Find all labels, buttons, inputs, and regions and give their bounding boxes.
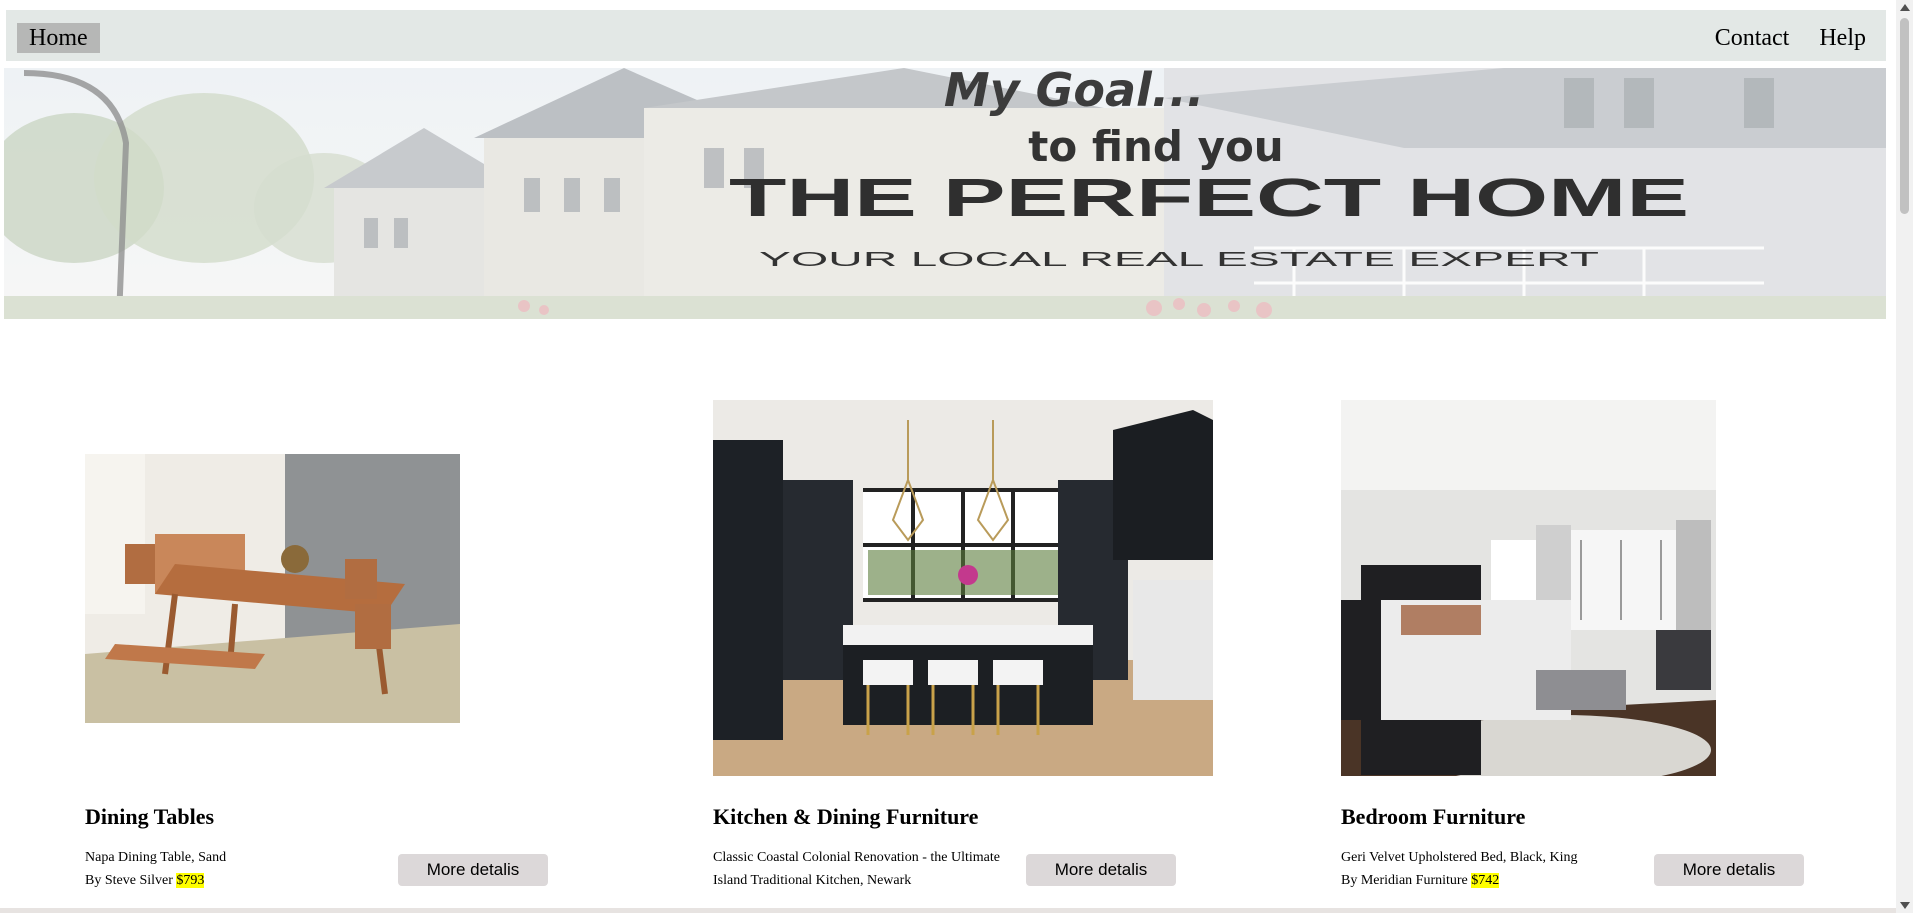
more-details-button[interactable]: More detalis: [1654, 854, 1804, 886]
hero-image: My Goal... to find you THE PERFECT HOME …: [4, 68, 1886, 319]
hero-line2: to find you: [1028, 122, 1283, 171]
product-card-dining: Dining Tables Napa Dining Table, Sand By…: [85, 400, 605, 900]
bottom-edge: [0, 908, 1896, 913]
product-brand: By Steve Silver: [85, 873, 173, 888]
product-brand: By Meridian Furniture: [1341, 873, 1468, 888]
scrollbar-thumb[interactable]: [1900, 18, 1909, 214]
hero-line1: My Goal...: [944, 68, 1204, 117]
product-desc-line1: Geri Velvet Upholstered Bed, Black, King: [1341, 850, 1578, 865]
top-nav: Home Contact Help: [6, 10, 1886, 61]
hero-line4: YOUR LOCAL REAL ESTATE EXPERT: [759, 249, 1599, 271]
product-desc-line1: Napa Dining Table, Sand: [85, 850, 227, 865]
product-price: $793: [176, 873, 205, 888]
product-title: Dining Tables: [85, 804, 215, 829]
product-card-bedroom: Bedroom Furniture Geri Velvet Upholstere…: [1341, 400, 1861, 900]
more-details-button[interactable]: More detalis: [1026, 854, 1176, 886]
page: Home Contact Help My Goal... to find you…: [0, 0, 1913, 913]
nav-contact-link[interactable]: Contact: [1715, 23, 1790, 53]
nav-right-links: Contact Help: [1715, 23, 1866, 53]
kitchen-image[interactable]: [713, 400, 1213, 776]
hero-banner: My Goal... to find you THE PERFECT HOME …: [4, 68, 1886, 319]
product-desc-line2: By Steve Silver $793: [85, 869, 405, 892]
nav-home-link[interactable]: Home: [17, 23, 100, 53]
more-details-button[interactable]: More detalis: [398, 854, 548, 886]
nav-help-link[interactable]: Help: [1819, 23, 1866, 53]
bedroom-image[interactable]: [1341, 400, 1716, 776]
product-description: Geri Velvet Upholstered Bed, Black, King…: [1341, 846, 1661, 892]
vertical-scrollbar[interactable]: [1896, 0, 1913, 913]
product-card-kitchen: Kitchen & Dining Furniture Classic Coast…: [713, 400, 1233, 900]
scroll-up-arrow-icon[interactable]: [1900, 4, 1910, 11]
dining-table-image[interactable]: [85, 454, 460, 723]
product-description: Classic Coastal Colonial Renovation - th…: [713, 846, 1033, 892]
product-title: Bedroom Furniture: [1341, 804, 1526, 829]
product-description: Napa Dining Table, Sand By Steve Silver …: [85, 846, 405, 892]
product-desc-line1: Classic Coastal Colonial Renovation - th…: [713, 850, 1000, 865]
product-desc-line2: By Meridian Furniture $742: [1341, 869, 1661, 892]
hero-line3: THE PERFECT HOME: [729, 168, 1689, 228]
product-price: $742: [1471, 873, 1500, 888]
scroll-down-arrow-icon[interactable]: [1900, 902, 1910, 909]
product-title: Kitchen & Dining Furniture: [713, 804, 979, 829]
product-desc-line2: Island Traditional Kitchen, Newark: [713, 873, 912, 888]
